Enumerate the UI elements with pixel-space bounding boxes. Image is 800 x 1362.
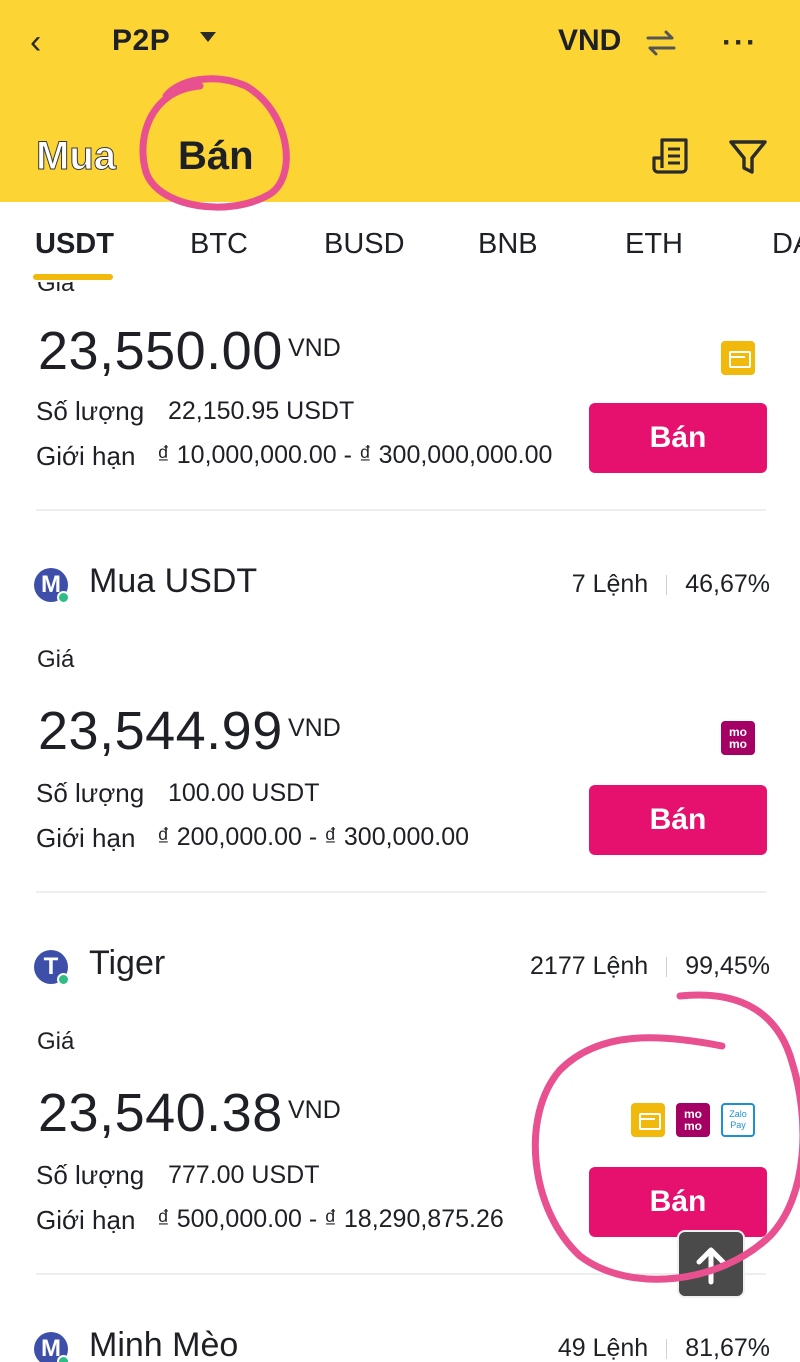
- price-unit: VND: [288, 714, 341, 742]
- amount-label: Số lượng: [36, 778, 145, 808]
- tab-sell[interactable]: Bán: [178, 134, 254, 179]
- ad-price: 23,540.38: [38, 1083, 283, 1143]
- order-count: 7 Lệnh: [571, 570, 649, 598]
- ad-header[interactable]: T Tiger 2177 Lệnh 99,45%: [34, 944, 770, 988]
- online-status-dot: [57, 973, 70, 986]
- ad-card: T Tiger 2177 Lệnh 99,45% Giá 23,540.38 VN…: [0, 944, 800, 1278]
- divider: [36, 1273, 766, 1275]
- ad-amount: 100.00 USDT: [168, 779, 320, 807]
- ad-price: 23,550.00: [38, 321, 283, 381]
- price-unit: VND: [288, 334, 341, 362]
- coin-tabs: USDT BTC BUSD BNB ETH DA: [0, 202, 800, 282]
- momo-icon: mo mo: [721, 721, 755, 755]
- ad-amount: 22,150.95 USDT: [168, 397, 355, 425]
- divider: [36, 891, 766, 893]
- completion-rate: 46,67%: [685, 570, 770, 598]
- divider: [36, 509, 766, 511]
- fiat-currency-selector[interactable]: VND: [558, 24, 621, 58]
- order-count: 2177 Lệnh: [530, 952, 649, 980]
- completion-rate: 81,67%: [685, 1334, 770, 1362]
- ad-card: M Mua USDT 7 Lệnh 46,67% Giá 23,544.99 VN…: [0, 562, 800, 896]
- ad-card: M Minh Mèo 49 Lệnh 81,67%: [0, 1326, 800, 1362]
- ad-list[interactable]: Giá 23,550.00 VND Số lượng 22,150.95 USD…: [0, 282, 800, 1362]
- ad-header[interactable]: M Mua USDT 7 Lệnh 46,67%: [34, 562, 770, 606]
- tab-coin-busd[interactable]: BUSD: [324, 228, 405, 261]
- advertiser-stats: 7 Lệnh 46,67%: [572, 570, 770, 599]
- scroll-to-top-button[interactable]: [677, 1230, 745, 1298]
- limit-label: Giới hạn: [36, 441, 136, 471]
- bank-card-icon: [631, 1103, 665, 1137]
- tab-coin-dai[interactable]: DA: [772, 228, 800, 261]
- advertiser-name[interactable]: Tiger: [89, 944, 165, 983]
- momo-icon: mo mo: [676, 1103, 710, 1137]
- online-status-dot: [57, 1355, 70, 1362]
- online-status-dot: [57, 591, 70, 604]
- price-label: Giá: [37, 282, 75, 297]
- amount-label: Số lượng: [36, 396, 145, 426]
- filter-icon[interactable]: [728, 138, 768, 176]
- top-bar: ‹ P2P VND ··· Mua Bán: [0, 0, 800, 202]
- advertiser-stats: 49 Lệnh 81,67%: [558, 1334, 770, 1362]
- ad-amount: 777.00 USDT: [168, 1161, 320, 1189]
- chevron-down-icon[interactable]: [200, 32, 216, 42]
- completion-rate: 99,45%: [685, 952, 770, 980]
- tab-coin-usdt[interactable]: USDT: [35, 228, 114, 261]
- more-options-icon[interactable]: ···: [722, 26, 758, 60]
- ad-header[interactable]: M Minh Mèo 49 Lệnh 81,67%: [34, 1326, 770, 1362]
- avatar[interactable]: M: [34, 568, 70, 604]
- avatar[interactable]: M: [34, 1332, 70, 1362]
- tab-buy[interactable]: Mua: [36, 134, 117, 179]
- orders-list-icon[interactable]: [650, 136, 692, 176]
- advertiser-name[interactable]: Mua USDT: [89, 562, 257, 601]
- advertiser-stats: 2177 Lệnh 99,45%: [530, 952, 770, 981]
- sell-button[interactable]: Bán: [589, 785, 767, 855]
- ad-limit: ₫ 500,000.00 - ₫ 18,290,875.26: [157, 1205, 504, 1233]
- price-label: Giá: [37, 646, 75, 673]
- limit-label: Giới hạn: [36, 1205, 136, 1235]
- ad-limit: ₫ 200,000.00 - ₫ 300,000.00: [157, 823, 470, 851]
- ad-limit: ₫ 10,000,000.00 - ₫ 300,000,000.00: [157, 441, 553, 469]
- ad-card: Giá 23,550.00 VND Số lượng 22,150.95 USD…: [0, 282, 800, 512]
- sell-button[interactable]: Bán: [589, 1167, 767, 1237]
- back-arrow-icon[interactable]: ‹: [30, 22, 62, 62]
- swap-icon[interactable]: [644, 28, 678, 58]
- avatar[interactable]: T: [34, 950, 70, 986]
- zalopay-icon: Zalo Pay: [721, 1103, 755, 1137]
- order-count: 49 Lệnh: [557, 1334, 649, 1362]
- page-title[interactable]: P2P: [112, 24, 170, 58]
- ad-price: 23,544.99: [38, 701, 283, 761]
- active-tab-indicator: [33, 274, 113, 280]
- tab-coin-bnb[interactable]: BNB: [478, 228, 538, 261]
- limit-label: Giới hạn: [36, 823, 136, 853]
- price-unit: VND: [288, 1096, 341, 1124]
- amount-label: Số lượng: [36, 1160, 145, 1190]
- tab-coin-btc[interactable]: BTC: [190, 228, 248, 261]
- price-label: Giá: [37, 1028, 75, 1055]
- sell-button[interactable]: Bán: [589, 403, 767, 473]
- advertiser-name[interactable]: Minh Mèo: [89, 1326, 238, 1362]
- bank-card-icon: [721, 341, 755, 375]
- tab-coin-eth[interactable]: ETH: [625, 228, 683, 261]
- arrow-up-icon: [696, 1247, 726, 1285]
